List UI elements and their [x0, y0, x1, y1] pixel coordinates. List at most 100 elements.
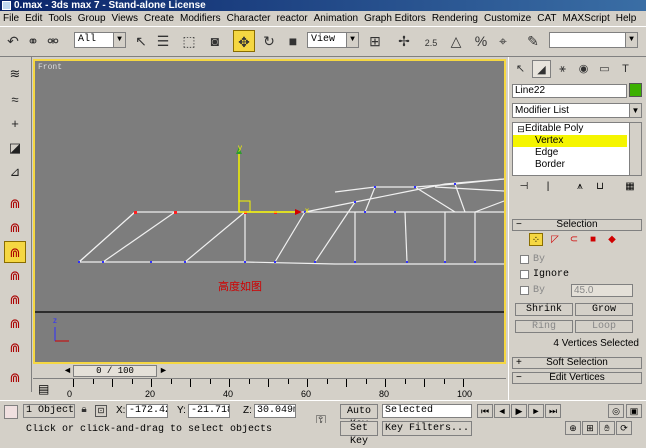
select-rotate-icon[interactable]: ↻: [258, 30, 280, 52]
stack-item-editable-poly[interactable]: ⊟ Editable Poly: [513, 123, 627, 135]
pivot-center-icon[interactable]: ⊞: [364, 30, 386, 52]
chevron-right-icon[interactable]: ►: [159, 365, 168, 375]
motion-tab-icon[interactable]: ◉: [574, 60, 593, 78]
magnet-icon[interactable]: ⋒: [4, 265, 26, 287]
menu-item-views[interactable]: Views: [109, 11, 142, 26]
display-tab-icon[interactable]: ▭: [595, 60, 614, 78]
absolute-mode-icon[interactable]: ⊡: [95, 405, 107, 417]
maximize-viewport-icon[interactable]: ▣: [626, 404, 642, 418]
vertex-mode-icon[interactable]: ⁘: [529, 233, 543, 246]
select-scale-icon[interactable]: ■: [282, 30, 304, 52]
spinner-snap-icon[interactable]: ⌖: [492, 30, 514, 52]
select-object-icon[interactable]: ↖: [130, 30, 152, 52]
loop-button[interactable]: Loop: [575, 320, 633, 333]
modifier-stack[interactable]: Border Edge Vertex ⊟ Editable Poly: [512, 122, 642, 176]
timeline-ruler[interactable]: ▤ 0 20 40 60 80 100: [33, 378, 506, 400]
reference-coordinate-dropdown[interactable]: View ▼: [307, 32, 359, 48]
zoom-all-icon[interactable]: ⊞: [582, 421, 598, 435]
soft-selection-rollout-header[interactable]: + Soft Selection: [512, 357, 642, 369]
key-mode-dropdown[interactable]: Selected: [382, 404, 472, 418]
track-bar-icon[interactable]: ▤: [38, 382, 49, 396]
menu-item-character[interactable]: Character: [224, 11, 274, 26]
select-manipulate-icon[interactable]: ✢: [393, 30, 415, 52]
stack-item-border[interactable]: Border: [513, 159, 627, 171]
align-icon[interactable]: ⊿: [4, 161, 26, 183]
ring-button[interactable]: Ring: [515, 320, 573, 333]
stack-item-edge[interactable]: Edge: [513, 147, 627, 159]
magnet-icon[interactable]: ⋒: [4, 367, 26, 389]
polygon-mode-icon[interactable]: ■: [586, 233, 600, 246]
by-vertex-checkbox[interactable]: [520, 255, 529, 264]
mirror-icon[interactable]: ◪: [4, 137, 26, 159]
remove-modifier-icon[interactable]: ⊔: [592, 179, 608, 195]
window-crossing-icon[interactable]: ◙: [204, 30, 226, 52]
menu-item-customize[interactable]: Customize: [481, 11, 534, 26]
arc-rotate-icon[interactable]: ◎: [608, 404, 624, 418]
y-coordinate-field[interactable]: -21.718: [188, 404, 230, 418]
utilities-tab-icon[interactable]: T: [616, 60, 635, 78]
make-unique-icon[interactable]: ⩚: [572, 179, 588, 195]
select-move-icon[interactable]: ✥: [233, 30, 255, 52]
edit-vertices-rollout-header[interactable]: − Edit Vertices: [512, 372, 642, 384]
expand-icon[interactable]: ⊟: [517, 125, 525, 134]
menu-item-modifiers[interactable]: Modifiers: [177, 11, 224, 26]
shrink-button[interactable]: Shrink: [515, 303, 573, 316]
by-angle-checkbox[interactable]: [520, 286, 529, 295]
orbit-icon[interactable]: ⟳: [616, 421, 632, 435]
key-filters-button[interactable]: Key Filters...: [382, 421, 472, 436]
select-link-icon[interactable]: ⚭: [22, 30, 44, 52]
stack-item-vertex[interactable]: Vertex: [513, 135, 627, 147]
menu-item-cat[interactable]: CAT: [534, 11, 559, 26]
auto-key-button[interactable]: Auto Key: [340, 404, 378, 430]
named-selection-dropdown[interactable]: ▼: [549, 32, 638, 48]
zoom-icon[interactable]: ⊕: [565, 421, 581, 435]
edit-named-selection-icon[interactable]: ✎: [522, 30, 544, 52]
pan-icon[interactable]: ✋︎: [599, 421, 615, 435]
time-slider[interactable]: 0 / 100: [73, 365, 157, 377]
unlink-icon[interactable]: ⚮: [42, 30, 64, 52]
magnet-icon[interactable]: ⋒: [4, 337, 26, 359]
lock-icon[interactable]: 🔒︎: [77, 402, 91, 418]
snaps-toggle-icon[interactable]: △: [445, 30, 467, 52]
menu-item-reactor[interactable]: reactor: [274, 11, 311, 26]
curve-editor-icon[interactable]: ≈: [4, 89, 26, 111]
menu-item-edit[interactable]: Edit: [22, 11, 45, 26]
menu-item-animation[interactable]: Animation: [311, 11, 361, 26]
menu-item-help[interactable]: Help: [613, 11, 640, 26]
magnet-icon[interactable]: ⋒: [4, 217, 26, 239]
grow-button[interactable]: Grow: [575, 303, 633, 316]
menu-item-maxscript[interactable]: MAXScript: [559, 11, 612, 26]
selection-filter-dropdown[interactable]: All ▼: [74, 32, 126, 48]
go-to-start-icon[interactable]: ⏮: [477, 404, 493, 418]
stack-scrollbar[interactable]: [629, 123, 641, 175]
layers-icon[interactable]: ≋: [4, 63, 26, 85]
play-icon[interactable]: ▶: [511, 404, 527, 418]
magnet-icon[interactable]: ⋒: [4, 289, 26, 311]
border-mode-icon[interactable]: ⊂: [567, 233, 581, 246]
front-viewport[interactable]: Front y x z 高度如图: [33, 59, 506, 364]
ignore-backfacing-checkbox[interactable]: [520, 270, 529, 279]
angle-threshold-field[interactable]: 45.0: [571, 284, 633, 297]
z-coordinate-field[interactable]: 30.049mm: [254, 404, 296, 418]
menu-item-create[interactable]: Create: [141, 11, 177, 26]
go-to-end-icon[interactable]: ⏭: [545, 404, 561, 418]
menu-item-group[interactable]: Group: [75, 11, 109, 26]
element-mode-icon[interactable]: ◆: [605, 233, 619, 246]
edge-mode-icon[interactable]: ◸: [548, 233, 562, 246]
modify-tab-icon[interactable]: ◢: [532, 60, 551, 78]
menu-item-file[interactable]: File: [0, 11, 22, 26]
create-tab-icon[interactable]: ↖: [511, 60, 530, 78]
modifier-list-dropdown[interactable]: Modifier List ▼: [512, 103, 642, 118]
maxscript-listener-icon[interactable]: [4, 405, 18, 419]
percent-snap-icon[interactable]: %: [470, 30, 492, 52]
plus-icon[interactable]: +: [4, 113, 26, 135]
select-by-name-icon[interactable]: ☰: [152, 30, 174, 52]
magnet-icon[interactable]: ⋒: [4, 313, 26, 335]
undo-icon[interactable]: ↶: [2, 30, 24, 52]
next-frame-icon[interactable]: ►: [528, 404, 544, 418]
object-color-swatch[interactable]: [629, 83, 642, 97]
angle-snap-icon[interactable]: 2.5: [420, 30, 442, 52]
menu-item-tools[interactable]: Tools: [45, 11, 74, 26]
magnet-icon[interactable]: ⋒: [4, 241, 26, 263]
selection-rollout-header[interactable]: − Selection: [512, 219, 642, 231]
